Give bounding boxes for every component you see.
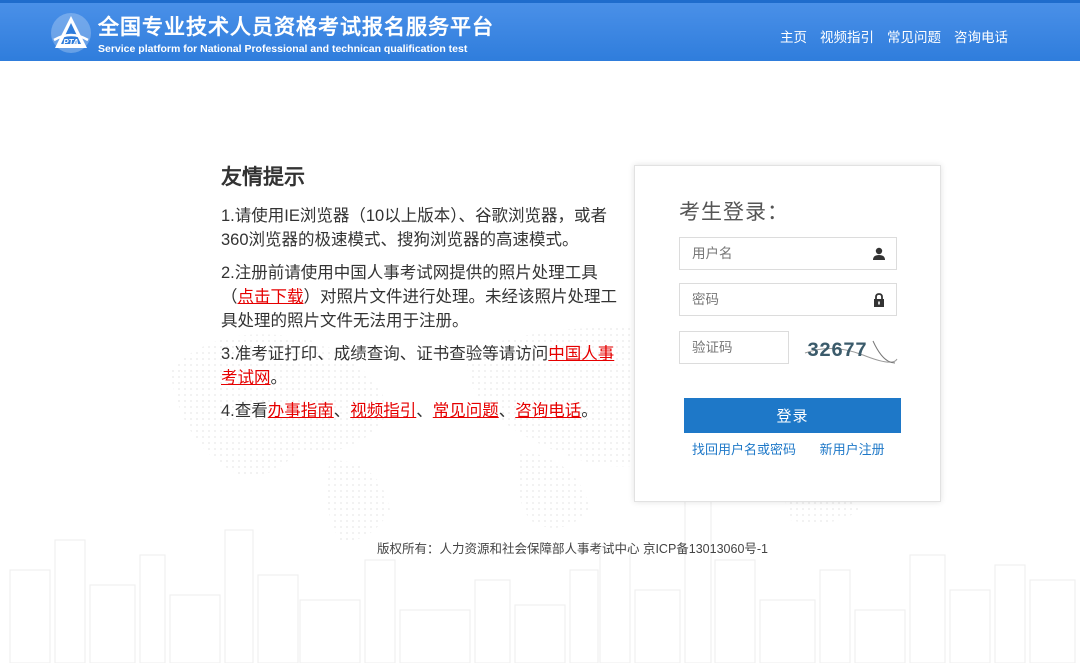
video-guide-link[interactable]: 视频指引 — [350, 402, 416, 420]
hotline-link[interactable]: 咨询电话 — [515, 402, 581, 420]
username-input[interactable] — [680, 238, 860, 269]
nav-video-guide[interactable]: 视频指引 — [820, 26, 874, 46]
captcha-image[interactable]: 32677 — [803, 333, 899, 365]
register-link[interactable]: 新用户注册 — [820, 442, 885, 457]
captcha-input[interactable] — [680, 332, 780, 363]
site-title: 全国专业技术人员资格考试报名服务平台 — [98, 16, 494, 39]
download-tool-link[interactable]: 点击下载 — [238, 288, 304, 306]
guide-link[interactable]: 办事指南 — [268, 402, 334, 420]
lock-icon — [874, 293, 884, 307]
captcha-field — [679, 331, 789, 364]
nav-home[interactable]: 主页 — [780, 26, 807, 46]
nav-faq[interactable]: 常见问题 — [887, 26, 941, 46]
city-skyline-background — [9, 500, 1076, 663]
user-icon — [873, 247, 885, 260]
svg-text:PTA: PTA — [63, 38, 79, 47]
login-button[interactable]: 登录 — [684, 398, 901, 433]
top-header: PTA 全国专业技术人员资格考试报名服务平台 Service platform … — [0, 0, 1080, 61]
login-title: 考生登录： — [679, 201, 789, 224]
username-field — [679, 237, 897, 270]
password-field — [679, 283, 897, 316]
tips-heading: 友情提示 — [221, 166, 305, 189]
tip-item-2: 2.注册前请使用中国人事考试网提供的照片处理工具（点击下载）对照片文件进行处理。… — [221, 264, 617, 330]
copyright-text: 版权所有：人力资源和社会保障部人事考试中心 京ICP备13013060号-1 — [376, 542, 769, 556]
forgot-credentials-link[interactable]: 找回用户名或密码 — [692, 442, 796, 457]
login-panel: 考生登录： 32677 登录 找回用户名或密码 新用户注册 — [634, 165, 941, 502]
login-links: 找回用户名或密码 新用户注册 — [692, 439, 885, 458]
nav-hotline[interactable]: 咨询电话 — [954, 26, 1008, 46]
top-nav: 主页 视频指引 常见问题 咨询电话 — [780, 26, 1008, 46]
tip-item-1: 1.请使用IE浏览器（10以上版本）、谷歌浏览器，或者360浏览器的极速模式、搜… — [221, 207, 607, 249]
tips-panel: 友情提示 1.请使用IE浏览器（10以上版本）、谷歌浏览器，或者360浏览器的极… — [221, 163, 621, 432]
faq-link[interactable]: 常见问题 — [433, 402, 499, 420]
pta-logo-icon: PTA — [51, 13, 91, 53]
svg-text:32677: 32677 — [807, 340, 867, 363]
password-input[interactable] — [680, 284, 860, 315]
tip-item-3: 3.准考证打印、成绩查询、证书查验等请访问中国人事考试网。 — [221, 345, 615, 387]
site-subtitle: Service platform for National Profession… — [98, 43, 468, 55]
tip-item-4: 4.查看办事指南、视频指引、常见问题、咨询电话。 — [221, 402, 598, 420]
